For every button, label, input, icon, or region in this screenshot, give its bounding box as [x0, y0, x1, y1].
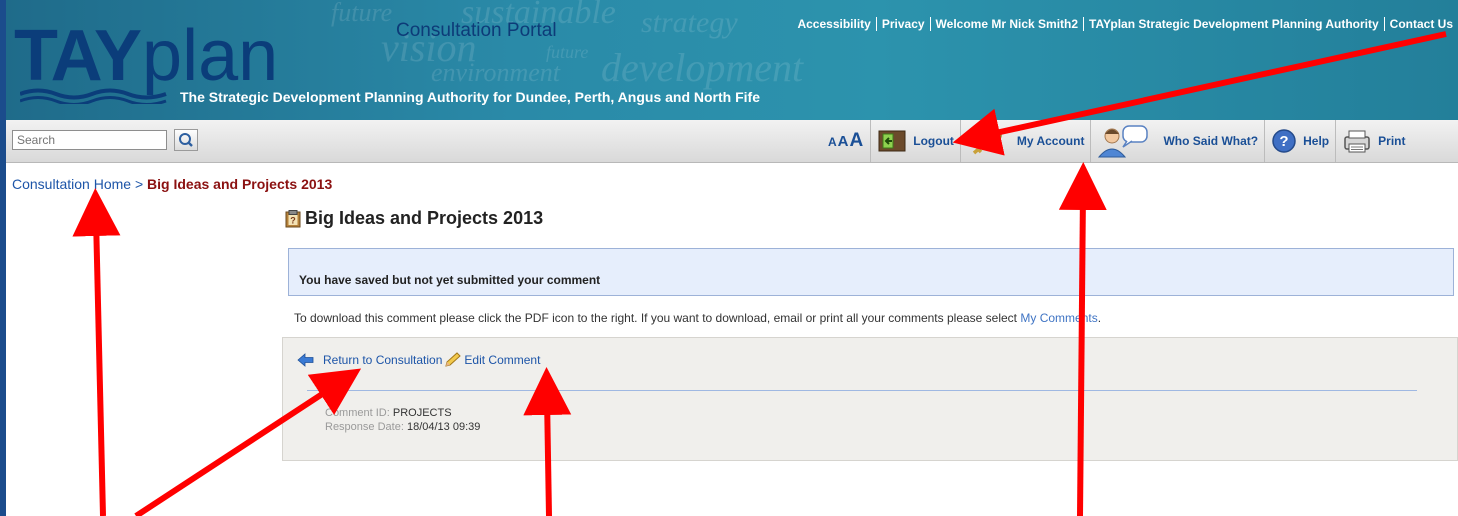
user-speech-icon — [1098, 125, 1149, 158]
privacy-link[interactable]: Privacy — [875, 17, 930, 31]
comment-id-label: Comment ID: — [325, 407, 390, 419]
response-date-value: 18/04/13 09:39 — [406, 421, 481, 433]
return-to-consultation-link[interactable]: Return to Consultation — [323, 353, 442, 367]
browser-frame: future sustainable strategy vision futur… — [6, 0, 1458, 516]
search-button[interactable] — [174, 129, 198, 151]
accessibility-link[interactable]: Accessibility — [792, 17, 875, 31]
text-size-label: AAA — [828, 130, 865, 151]
page-title-text: Big Ideas and Projects 2013 — [305, 208, 544, 228]
download-instructions: To download this comment please click th… — [294, 311, 1101, 325]
comment-id-value: PROJECTS — [392, 407, 452, 419]
logout-label: Logout — [913, 134, 954, 148]
logo-tay: TAY — [14, 16, 142, 96]
edit-comment-link[interactable]: Edit Comment — [464, 353, 540, 367]
header-banner: future sustainable strategy vision futur… — [6, 0, 1458, 120]
authority-link[interactable]: TAYplan Strategic Development Planning A… — [1083, 17, 1384, 31]
key-icon — [972, 127, 1002, 155]
panel-divider — [307, 390, 1417, 391]
printer-icon — [1344, 130, 1370, 153]
instructions-period: . — [1097, 311, 1102, 325]
portal-title: Consultation Portal — [396, 20, 557, 41]
response-date-row: Response Date: 18/04/13 09:39 — [325, 420, 480, 434]
who-said-what-button[interactable]: Who Said What? — [1090, 120, 1264, 162]
contact-us-link[interactable]: Contact Us — [1383, 17, 1458, 31]
help-button[interactable]: ? Help — [1264, 120, 1335, 162]
logo-plan: plan — [142, 16, 279, 96]
breadcrumb-current: Big Ideas and Projects 2013 — [147, 176, 333, 192]
page-title: ? Big Ideas and Projects 2013 — [285, 208, 543, 229]
logout-button[interactable]: Logout — [870, 120, 960, 162]
logout-door-icon — [878, 130, 906, 152]
help-label: Help — [1303, 134, 1330, 148]
welcome-user-link[interactable]: Welcome Mr Nick Smith2 — [929, 17, 1084, 31]
banner-bg-word: development — [601, 45, 804, 90]
comment-actions: Return to Consultation Edit Comment — [297, 352, 540, 368]
comment-panel: Return to Consultation Edit Comment Comm… — [282, 337, 1458, 461]
who-said-what-label: Who Said What? — [1163, 134, 1259, 148]
comment-meta: Comment ID: PROJECTS Response Date: 18/0… — [325, 406, 480, 434]
back-arrow-icon[interactable] — [297, 353, 315, 367]
breadcrumb: Consultation Home > Big Ideas and Projec… — [12, 176, 332, 192]
print-label: Print — [1378, 134, 1406, 148]
header-tagline: The Strategic Development Planning Autho… — [180, 89, 761, 105]
response-date-label: Response Date: — [325, 421, 404, 433]
my-account-button[interactable]: My Account — [959, 120, 1091, 162]
breadcrumb-separator: > — [134, 176, 144, 192]
toolbar: AAA Logout My Account — [6, 120, 1458, 163]
print-button[interactable]: Print — [1335, 120, 1428, 162]
help-icon: ? — [1272, 129, 1296, 153]
svg-text:?: ? — [1280, 133, 1289, 150]
banner-bg-word: strategy — [641, 6, 738, 39]
text-size-control[interactable]: AAA — [822, 120, 870, 162]
instructions-text: To download this comment please click th… — [294, 311, 1018, 325]
logo-wave-icon — [20, 88, 167, 104]
toolbar-tools: AAA Logout My Account Who Said What? ? H… — [822, 120, 1428, 162]
clipboard-icon: ? — [285, 209, 301, 227]
banner-bg-word: environment — [431, 58, 560, 87]
comment-id-row: Comment ID: PROJECTS — [325, 406, 480, 420]
search-icon — [179, 133, 193, 147]
pencil-icon[interactable] — [444, 352, 462, 368]
top-links: Accessibility Privacy Welcome Mr Nick Sm… — [792, 17, 1458, 31]
search-input[interactable] — [12, 130, 167, 150]
my-comments-link[interactable]: My Comments — [1020, 311, 1097, 325]
my-account-label: My Account — [1016, 134, 1085, 148]
breadcrumb-home-link[interactable]: Consultation Home — [12, 176, 131, 192]
tayplan-logo[interactable]: TAY plan — [14, 12, 278, 92]
svg-text:?: ? — [290, 215, 296, 225]
save-notice: You have saved but not yet submitted you… — [288, 248, 1454, 296]
